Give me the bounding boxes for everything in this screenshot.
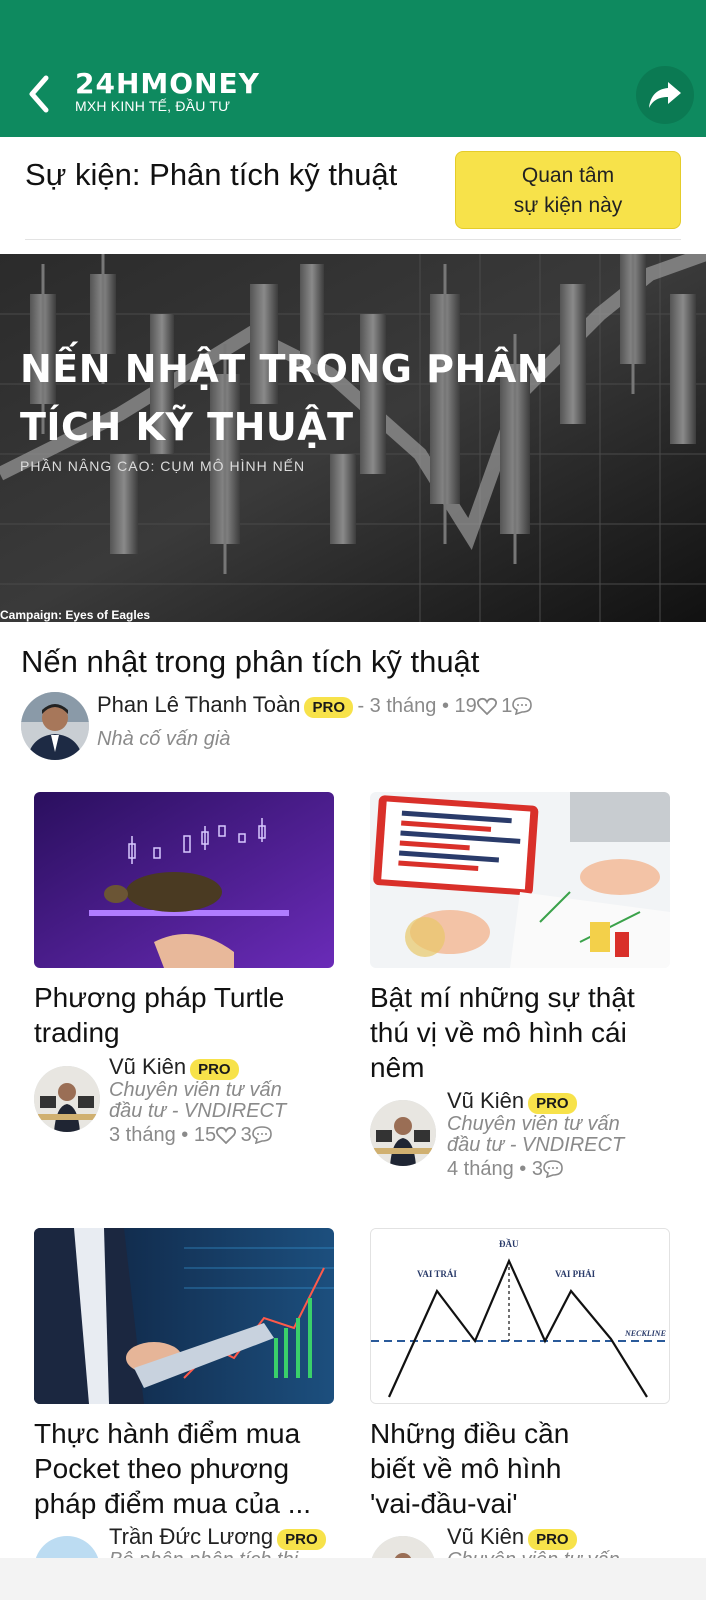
back-button[interactable] <box>22 72 56 116</box>
author-name[interactable]: Phan Lê Thanh Toàn <box>97 692 300 717</box>
avatar[interactable] <box>34 1066 100 1132</box>
card-title-line: Pocket theo phương <box>34 1453 290 1484</box>
banner-title-line2: TÍCH KỸ THUẬT <box>20 405 354 449</box>
app-logo[interactable]: 24HMONEY MXH KINH TẾ, ĐẦU TƯ <box>75 67 260 115</box>
turtle-trading-image <box>34 792 334 968</box>
card-title-line: Thực hành điểm mua <box>34 1418 301 1449</box>
meta-dot: • <box>175 1124 194 1146</box>
pro-badge: PRO <box>304 697 353 719</box>
author-role-line: Chuyên viên tư vấn <box>447 1113 620 1135</box>
author-role: Chuyên viên tư vấn đầu tư - VNDIRECT <box>109 1080 286 1122</box>
heart-icon[interactable] <box>216 1126 237 1144</box>
card-image <box>34 1228 334 1404</box>
author-photo <box>21 692 89 760</box>
card-meta: 3 tháng • 15 3 <box>109 1124 272 1147</box>
event-banner-image[interactable]: NẾN NHẬT TRONG PHÂN TÍCH KỸ THUẬT PHẦN N… <box>0 254 706 622</box>
avatar[interactable] <box>21 692 89 760</box>
pro-badge: PRO <box>277 1529 326 1551</box>
card-meta: 4 tháng • 3 <box>447 1158 563 1181</box>
author-photo <box>370 1100 436 1166</box>
card-title-line: nêm <box>370 1052 425 1083</box>
card-title-line: thú vị về mô hình cái <box>370 1017 627 1048</box>
event-title: Sự kiện: Phân tích kỹ thuật <box>25 157 398 192</box>
logo-tagline: MXH KINH TẾ, ĐẦU TƯ <box>75 98 231 114</box>
meta-dot: • <box>513 1158 532 1180</box>
meta-separator: - <box>357 695 370 717</box>
author-role: Chuyên viên tư vấn đầu tư - VNDIRECT <box>447 1114 624 1156</box>
comment-count: 3 <box>531 1158 543 1180</box>
head-and-shoulders-chart-image: ĐẦU VAI TRÁI VAI PHẢI NECKLINE <box>371 1229 669 1403</box>
card-title-line: biết về mô hình <box>370 1453 562 1484</box>
author-role-line: Chuyên viên tư vấn <box>109 1079 282 1101</box>
author-role-line: đầu tư - VNDIRECT <box>447 1134 625 1156</box>
share-button[interactable] <box>636 66 694 124</box>
neckline-label: NECKLINE <box>624 1329 666 1338</box>
card-title[interactable]: Bật mí những sự thật thú vị về mô hình c… <box>370 980 676 1085</box>
author-name[interactable]: Vũ Kiên <box>447 1524 524 1549</box>
card-title-line: Những điều cần <box>370 1418 570 1449</box>
author-name[interactable]: Vũ Kiên <box>109 1054 186 1079</box>
event-bar: Sự kiện: Phân tích kỹ thuật Quan tâm sự … <box>0 137 706 241</box>
card-image <box>34 792 334 968</box>
card-title-line: Bật mí những sự thật <box>370 982 635 1013</box>
follow-button-line2: sự kiện này <box>513 194 623 217</box>
comment-icon[interactable] <box>251 1126 272 1144</box>
card-title[interactable]: Phương pháp Turtle trading <box>34 980 340 1050</box>
heart-icon[interactable] <box>476 697 497 715</box>
author-name[interactable]: Trần Đức Lương <box>109 1524 273 1549</box>
like-count: 15 <box>193 1124 217 1146</box>
share-icon <box>649 82 681 108</box>
author-name[interactable]: Vũ Kiên <box>447 1088 524 1113</box>
post-time: 3 tháng <box>109 1124 176 1146</box>
banner-subtitle: PHẦN NÂNG CAO: CỤM MÔ HÌNH NẾN <box>20 458 306 474</box>
comment-count: 1 <box>501 695 513 717</box>
banner-campaign-label: Campaign: Eyes of Eagles <box>0 608 151 622</box>
comment-icon[interactable] <box>512 697 533 715</box>
author-role: Nhà cố vấn già <box>97 728 231 750</box>
avatar[interactable] <box>370 1100 436 1166</box>
card-image <box>370 792 670 968</box>
author-role-line: đầu tư - VNDIRECT <box>109 1100 287 1122</box>
tablet-chart-image <box>370 792 670 968</box>
card-title-line: trading <box>34 1017 120 1048</box>
pro-badge: PRO <box>528 1093 577 1115</box>
card-image: ĐẦU VAI TRÁI VAI PHẢI NECKLINE <box>370 1228 670 1404</box>
chevron-left-icon <box>29 75 49 113</box>
like-count: 19 <box>454 695 477 717</box>
card-title-line: Phương pháp Turtle <box>34 982 285 1013</box>
left-shoulder-label: VAI TRÁI <box>417 1269 457 1279</box>
trader-tablet-image <box>34 1228 334 1404</box>
main-article-title[interactable]: Nến nhật trong phân tích kỹ thuật <box>21 644 479 680</box>
card-title[interactable]: Thực hành điểm mua Pocket theo phương ph… <box>34 1416 340 1521</box>
divider <box>25 239 681 240</box>
banner-title: NẾN NHẬT TRONG PHÂN TÍCH KỸ THUẬT <box>20 340 549 456</box>
app-header: 24HMONEY MXH KINH TẾ, ĐẦU TƯ <box>0 0 706 137</box>
card-title-line: 'vai-đầu-vai' <box>370 1488 518 1519</box>
head-label: ĐẦU <box>499 1239 519 1249</box>
author-info-line: Phan Lê Thanh Toàn PRO - 3 tháng • 19 1 <box>97 692 533 719</box>
meta-dot: • <box>436 695 455 717</box>
bottom-system-bar <box>0 1558 706 1600</box>
logo-main-text: 24HMONEY <box>75 67 260 100</box>
banner-title-line1: NẾN NHẬT TRONG PHÂN <box>20 347 550 391</box>
follow-event-button[interactable]: Quan tâm sự kiện này <box>455 151 681 229</box>
follow-button-line1: Quan tâm <box>521 164 615 187</box>
pro-badge: PRO <box>190 1059 239 1081</box>
post-time: 3 tháng <box>369 695 437 717</box>
card-title-line: pháp điểm mua của ... <box>34 1488 312 1519</box>
comment-icon[interactable] <box>543 1160 563 1178</box>
main-article-author-row: Phan Lê Thanh Toàn PRO - 3 tháng • 19 1 N… <box>21 692 701 762</box>
pro-badge: PRO <box>528 1529 577 1551</box>
comment-count: 3 <box>240 1124 252 1146</box>
right-shoulder-label: VAI PHẢI <box>555 1269 596 1279</box>
post-time: 4 tháng <box>447 1158 514 1180</box>
card-title[interactable]: Những điều cần biết về mô hình 'vai-đầu-… <box>370 1416 676 1521</box>
author-photo <box>34 1066 100 1132</box>
